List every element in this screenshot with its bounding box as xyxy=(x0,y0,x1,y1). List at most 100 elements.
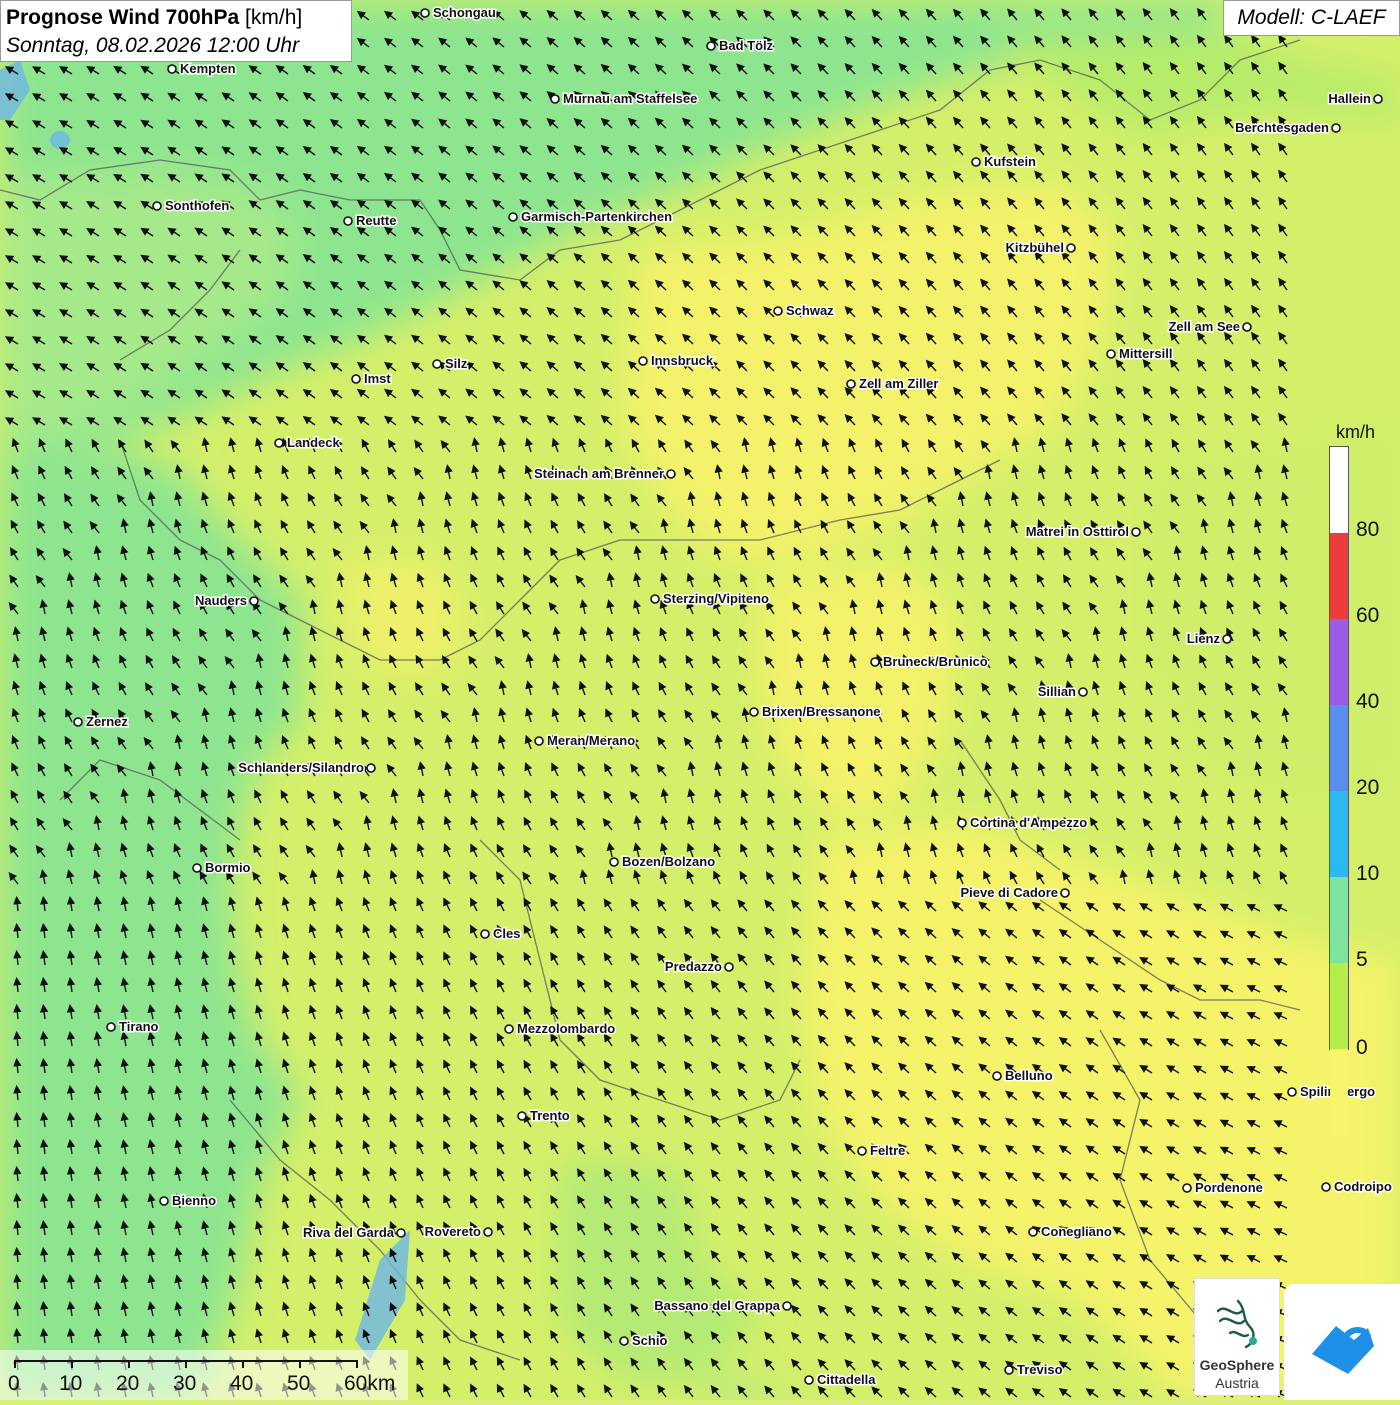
city-dot xyxy=(106,1022,116,1032)
city-label: Bozen/Bolzano xyxy=(622,854,715,869)
city-dot xyxy=(480,929,490,939)
legend-segment xyxy=(1330,963,1348,1049)
city-label: Schio xyxy=(632,1333,667,1348)
scale-tick xyxy=(242,1360,244,1368)
city-dot xyxy=(1078,687,1088,697)
city-dot xyxy=(650,594,660,604)
city-label: Zernez xyxy=(86,714,128,729)
city-label: Bormio xyxy=(205,860,251,875)
city-dot xyxy=(1131,527,1141,537)
city-dot xyxy=(971,157,981,167)
city-label: Cles xyxy=(493,926,520,941)
scale-label: 30 xyxy=(173,1372,197,1395)
city-label: Kufstein xyxy=(984,154,1036,169)
city-marker: Sonthofen xyxy=(152,197,231,215)
city-label: Steinach am Brenner xyxy=(534,466,664,481)
scale-label: 60km xyxy=(344,1372,396,1395)
city-dot xyxy=(73,717,83,727)
city-marker: Sterzing/Vipiteno xyxy=(650,590,770,608)
city-label: Schwaz xyxy=(786,303,834,318)
legend-tick-label: 80 xyxy=(1356,518,1380,541)
city-marker: Zell am Ziller xyxy=(846,375,940,393)
scale-tick xyxy=(185,1360,187,1368)
city-dot xyxy=(1066,243,1076,253)
city-label: Belluno xyxy=(1005,1068,1053,1083)
city-marker: Berchtesgaden xyxy=(1234,119,1341,137)
city-dot xyxy=(957,818,967,828)
city-marker: Zell am See xyxy=(1167,318,1252,336)
city-label: Brixen/Bressanone xyxy=(762,704,881,719)
city-marker: Innsbruck xyxy=(638,352,715,370)
city-dot xyxy=(517,1111,527,1121)
city-dot xyxy=(992,1071,1002,1081)
city-label: Codroipo xyxy=(1334,1179,1392,1194)
city-dot xyxy=(1222,634,1232,644)
city-dot xyxy=(846,379,856,389)
city-label: Murnau am Staffelsee xyxy=(563,91,697,106)
geosphere-name: GeoSphere xyxy=(1199,1357,1275,1373)
city-label: Kempten xyxy=(180,61,236,76)
city-dot xyxy=(1321,1182,1331,1192)
scale-label: 0 xyxy=(8,1372,20,1395)
city-dot xyxy=(666,469,676,479)
scale-label: 20 xyxy=(116,1372,140,1395)
city-dot xyxy=(724,962,734,972)
city-marker: Bassano del Grappa xyxy=(653,1297,792,1315)
city-dot xyxy=(1004,1365,1014,1375)
legend-tick-label: 40 xyxy=(1356,690,1380,713)
city-dot xyxy=(706,41,716,51)
city-label: Cittadella xyxy=(817,1372,876,1387)
legend-tick-label: 10 xyxy=(1356,862,1380,885)
city-dot xyxy=(152,201,162,211)
city-label: Tirano xyxy=(119,1019,159,1034)
city-label: Rovereto xyxy=(425,1224,481,1239)
city-label: Treviso xyxy=(1017,1362,1063,1377)
city-label: Bruneck/Brunico xyxy=(883,654,988,669)
city-dot xyxy=(396,1228,406,1238)
city-dot xyxy=(1242,322,1252,332)
city-marker: Bruneck/Brunico xyxy=(870,653,989,671)
city-dot xyxy=(782,1301,792,1311)
scale-bar: 0 10 20 30 40 50 60km xyxy=(0,1350,408,1400)
city-label: Bassano del Grappa xyxy=(654,1298,780,1313)
geosphere-emblem-icon xyxy=(1216,1299,1257,1349)
city-label: Lienz xyxy=(1187,631,1221,646)
scale-label: 50 xyxy=(287,1372,311,1395)
city-marker: Mezzolombardo xyxy=(504,1020,617,1038)
city-dot xyxy=(619,1336,629,1346)
scale-label: 40 xyxy=(230,1372,254,1395)
city-label: Sillian xyxy=(1038,684,1076,699)
city-label: Garmisch-Partenkirchen xyxy=(521,209,672,224)
city-dot xyxy=(1060,888,1070,898)
city-label: Innsbruck xyxy=(651,353,714,368)
city-label: Nauders xyxy=(195,593,247,608)
city-dot xyxy=(192,863,202,873)
city-dot xyxy=(343,216,353,226)
city-label: Mezzolombardo xyxy=(517,1021,615,1036)
legend-segment xyxy=(1330,533,1348,619)
legend-tick-label: 60 xyxy=(1356,604,1380,627)
legend-tick-label: 0 xyxy=(1356,1036,1368,1059)
city-label: Landeck xyxy=(287,435,341,450)
city-label: Bienno xyxy=(172,1193,216,1208)
city-marker: Cortina d'Ampezzo xyxy=(957,814,1089,832)
legend-segment xyxy=(1330,447,1348,533)
city-marker: Schongau xyxy=(420,4,497,22)
city-dot xyxy=(351,374,361,384)
city-label: Conegliano xyxy=(1041,1224,1112,1239)
city-dot xyxy=(274,438,284,448)
legend-tick-label: 5 xyxy=(1356,948,1368,971)
scale-label: 10 xyxy=(59,1372,83,1395)
city-label: Feltre xyxy=(870,1143,905,1158)
city-dot xyxy=(504,1024,514,1034)
city-dot xyxy=(1287,1087,1297,1097)
city-marker: Conegliano xyxy=(1028,1223,1113,1241)
city-label: Reutte xyxy=(356,213,396,228)
legend-bar xyxy=(1329,446,1349,1135)
city-label: Kitzbühel xyxy=(1006,240,1065,255)
city-marker: Steinach am Brenner xyxy=(532,465,676,483)
map-title-unit: [km/h] xyxy=(245,6,303,29)
city-marker: Garmisch-Partenkirchen xyxy=(508,208,674,226)
city-label: Silz xyxy=(445,356,468,371)
city-dot xyxy=(870,657,880,667)
